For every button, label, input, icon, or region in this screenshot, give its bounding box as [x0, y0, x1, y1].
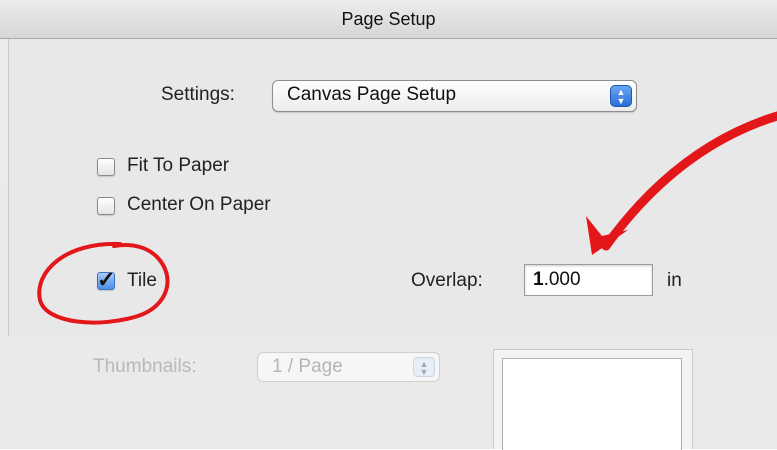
fit-to-paper-checkbox[interactable]: [97, 158, 115, 176]
overlap-value-decimals: .000: [543, 269, 581, 290]
fit-to-paper-label: Fit To Paper: [127, 155, 230, 176]
thumbnails-popup-value: 1 / Page: [272, 356, 343, 377]
settings-label: Settings:: [161, 84, 235, 105]
settings-popup[interactable]: Canvas Page Setup ▲ ▼: [272, 80, 637, 112]
thumbnails-popup[interactable]: 1 / Page ▲ ▼: [257, 352, 440, 382]
settings-popup-value: Canvas Page Setup: [287, 84, 457, 105]
overlap-unit: in: [667, 270, 682, 291]
window-title: Page Setup: [0, 0, 777, 39]
checkmark-icon: ✓: [97, 267, 116, 292]
page-preview: [502, 358, 682, 450]
page-preview-frame: [493, 349, 693, 450]
tile-label: Tile: [127, 270, 157, 291]
overlap-label: Overlap:: [411, 270, 483, 291]
center-on-paper-checkbox[interactable]: [97, 197, 115, 215]
up-down-arrows-icon: ▲ ▼: [413, 357, 435, 377]
page-setup-dialog: Page Setup Settings: Canvas Page Setup ▲…: [0, 0, 777, 450]
thumbnails-label: Thumbnails:: [93, 356, 197, 377]
center-on-paper-label: Center On Paper: [127, 194, 271, 215]
up-down-arrows-icon: ▲ ▼: [610, 85, 632, 107]
tile-checkbox[interactable]: ✓: [97, 267, 115, 292]
overlap-value-integer: 1: [533, 269, 544, 290]
overlap-input[interactable]: 1.000: [524, 264, 653, 296]
